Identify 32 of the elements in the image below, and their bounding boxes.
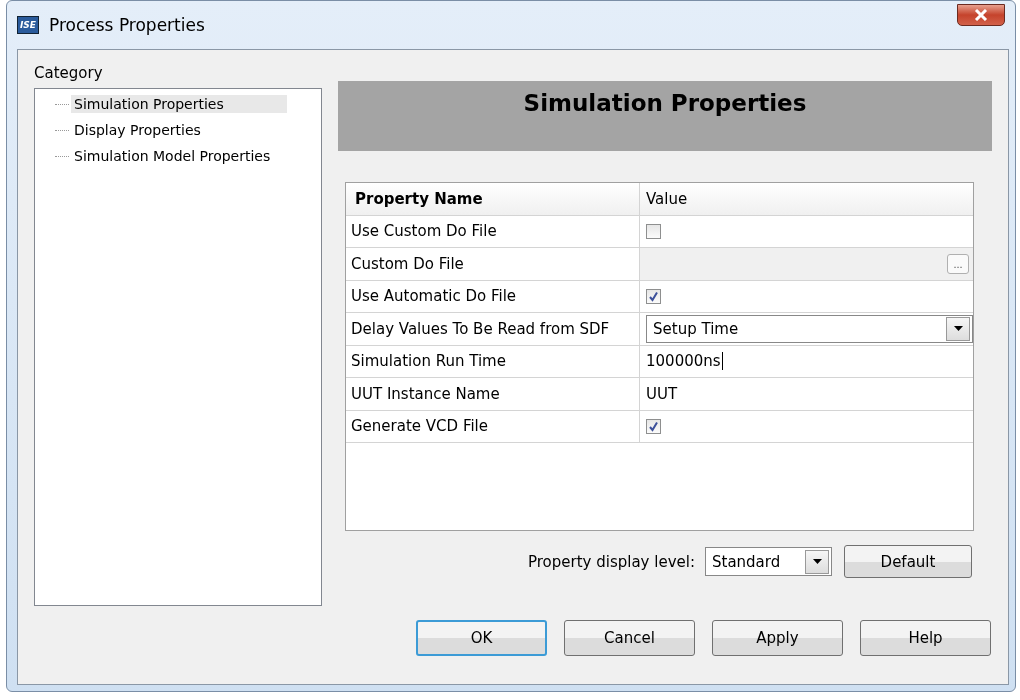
tree-item[interactable]: Display Properties	[71, 121, 287, 139]
caret-icon	[812, 559, 822, 564]
property-name: Delay Values To Be Read from SDF	[346, 313, 640, 345]
property-name: Use Automatic Do File	[346, 280, 640, 312]
caret-icon	[953, 326, 963, 332]
checkbox[interactable]	[646, 288, 661, 304]
category-label: Category	[34, 64, 104, 82]
close-icon	[973, 9, 989, 21]
checkbox[interactable]	[646, 418, 661, 434]
section-header: Simulation Properties	[338, 81, 992, 151]
property-name: Generate VCD File	[346, 410, 640, 442]
close-button[interactable]	[957, 4, 1005, 26]
property-name: UUT Instance Name	[346, 378, 640, 410]
window-title: Process Properties	[49, 15, 206, 35]
text-field[interactable]: UUT	[646, 384, 679, 403]
display-level-dropdown[interactable]: Standard	[705, 547, 832, 576]
property-name: Use Custom Do File	[346, 215, 640, 247]
column-header: Value	[645, 188, 689, 210]
property-name: Simulation Run Time	[346, 345, 640, 377]
text-field[interactable]: 100000ns	[646, 352, 723, 371]
app-logo: ISE	[17, 16, 39, 34]
dialog-button[interactable]: OK	[416, 620, 547, 656]
default-button[interactable]: Default	[844, 545, 972, 578]
dialog-button[interactable]: Cancel	[564, 620, 695, 656]
checkbox[interactable]	[646, 223, 661, 239]
tree-item[interactable]: Simulation Properties	[71, 95, 287, 113]
column-header: Property Name	[346, 183, 640, 215]
dialog-button[interactable]: Help	[860, 620, 991, 656]
display-level-label: Property display level:	[528, 552, 695, 571]
dropdown[interactable]: Setup Time	[646, 314, 973, 343]
dialog-button[interactable]: Apply	[712, 620, 843, 656]
tree-item[interactable]: Simulation Model Properties	[71, 147, 287, 165]
